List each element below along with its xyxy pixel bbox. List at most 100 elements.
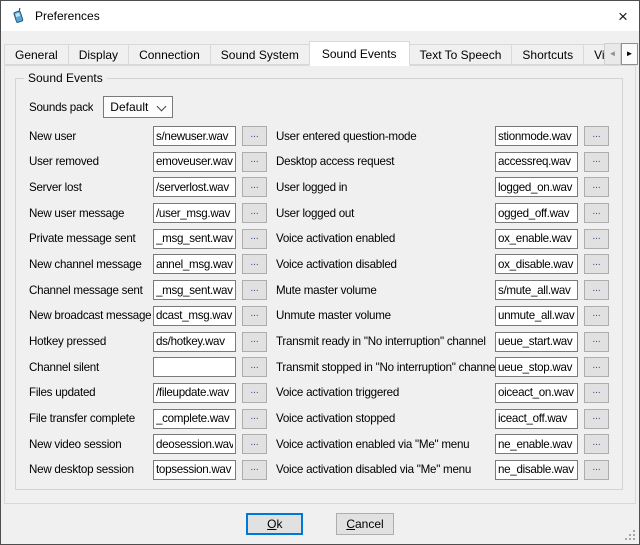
event-label: Voice activation triggered (276, 386, 495, 399)
browse-button[interactable]: ... (584, 332, 609, 352)
tab-scroll-left-button[interactable]: ◄ (604, 43, 621, 65)
browse-button[interactable]: ... (242, 254, 267, 274)
browse-button[interactable]: ... (584, 434, 609, 454)
sound-event-row: New user message ... User logged out ... (29, 203, 609, 223)
close-icon: × (618, 8, 628, 25)
sound-event-row: New broadcast message ... Unmute master … (29, 306, 609, 326)
sound-file-input[interactable] (495, 383, 578, 403)
sound-file-input[interactable] (153, 460, 236, 480)
sound-file-input[interactable] (495, 254, 578, 274)
browse-button[interactable]: ... (242, 280, 267, 300)
ok-button[interactable]: Ok (246, 513, 303, 535)
sound-file-input[interactable] (153, 152, 236, 172)
sound-event-row: File transfer complete ... Voice activat… (29, 409, 609, 429)
browse-button[interactable]: ... (584, 306, 609, 326)
browse-button[interactable]: ... (584, 383, 609, 403)
browse-button[interactable]: ... (584, 229, 609, 249)
event-label: Voice activation disabled via "Me" menu (276, 463, 495, 476)
sound-file-input[interactable] (495, 177, 578, 197)
event-label: Voice activation disabled (276, 258, 495, 271)
sound-file-input[interactable] (153, 177, 236, 197)
sound-file-input[interactable] (153, 254, 236, 274)
browse-button[interactable]: ... (242, 383, 267, 403)
event-label: Desktop access request (276, 155, 495, 168)
browse-button[interactable]: ... (242, 434, 267, 454)
sounds-pack-label: Sounds pack (29, 101, 93, 114)
event-label: Voice activation stopped (276, 412, 495, 425)
app-icon (10, 8, 26, 24)
browse-button[interactable]: ... (242, 357, 267, 377)
event-label: Transmit stopped in "No interruption" ch… (276, 361, 495, 374)
browse-button[interactable]: ... (584, 177, 609, 197)
browse-button[interactable]: ... (242, 203, 267, 223)
sound-file-input[interactable] (153, 409, 236, 429)
preferences-dialog: Preferences × GeneralDisplayConnectionSo… (0, 0, 640, 545)
sound-event-row: Channel message sent ... Mute master vol… (29, 280, 609, 300)
sound-event-row: Hotkey pressed ... Transmit ready in "No… (29, 332, 609, 352)
arrow-right-icon: ► (626, 50, 634, 58)
sound-file-input[interactable] (495, 460, 578, 480)
tab-text-to-speech[interactable]: Text To Speech (409, 44, 513, 65)
browse-button[interactable]: ... (584, 460, 609, 480)
sound-events-rows: New user ... User entered question-mode … (29, 126, 609, 480)
browse-button[interactable]: ... (242, 126, 267, 146)
sound-event-row: Channel silent ... Transmit stopped in "… (29, 357, 609, 377)
tab-shortcuts[interactable]: Shortcuts (511, 44, 584, 65)
sound-file-input[interactable] (495, 126, 578, 146)
tab-sound-system[interactable]: Sound System (210, 44, 310, 65)
sound-file-input[interactable] (495, 306, 578, 326)
arrow-left-icon: ◄ (609, 50, 617, 58)
sound-event-row: New channel message ... Voice activation… (29, 254, 609, 274)
sound-file-input[interactable] (495, 409, 578, 429)
browse-button[interactable]: ... (242, 409, 267, 429)
event-label: New video session (29, 438, 153, 451)
tab-display[interactable]: Display (68, 44, 129, 65)
sounds-pack-row: Sounds pack Default (29, 96, 609, 118)
sound-file-input[interactable] (153, 126, 236, 146)
browse-button[interactable]: ... (584, 280, 609, 300)
tab-connection[interactable]: Connection (128, 44, 211, 65)
sound-file-input[interactable] (153, 203, 236, 223)
event-label: Files updated (29, 386, 153, 399)
sounds-pack-combobox[interactable]: Default (103, 96, 173, 118)
browse-button[interactable]: ... (242, 460, 267, 480)
browse-button[interactable]: ... (242, 177, 267, 197)
sound-file-input[interactable] (495, 357, 578, 377)
browse-button[interactable]: ... (242, 229, 267, 249)
sound-file-input[interactable] (153, 229, 236, 249)
tab-scroll-right-button[interactable]: ► (621, 43, 638, 65)
browse-button[interactable]: ... (584, 203, 609, 223)
sound-file-input[interactable] (153, 357, 236, 377)
window-title: Preferences (35, 9, 100, 23)
tab-sound-events[interactable]: Sound Events (309, 41, 410, 66)
event-label: User logged in (276, 181, 495, 194)
browse-button[interactable]: ... (584, 409, 609, 429)
sound-event-row: Server lost ... User logged in ... (29, 177, 609, 197)
sound-events-groupbox: Sound Events Sounds pack Default New use… (15, 78, 623, 490)
sound-file-input[interactable] (153, 434, 236, 454)
event-label: New desktop session (29, 463, 153, 476)
title-bar: Preferences × (1, 1, 639, 31)
browse-button[interactable]: ... (242, 152, 267, 172)
resize-grip[interactable] (625, 530, 636, 541)
sound-file-input[interactable] (153, 280, 236, 300)
browse-button[interactable]: ... (584, 126, 609, 146)
browse-button[interactable]: ... (584, 254, 609, 274)
sound-file-input[interactable] (495, 332, 578, 352)
browse-button[interactable]: ... (584, 152, 609, 172)
sound-file-input[interactable] (153, 383, 236, 403)
cancel-button[interactable]: Cancel (336, 513, 393, 535)
close-button[interactable]: × (607, 1, 639, 31)
sound-file-input[interactable] (495, 280, 578, 300)
browse-button[interactable]: ... (242, 332, 267, 352)
sound-file-input[interactable] (495, 152, 578, 172)
browse-button[interactable]: ... (242, 306, 267, 326)
event-label: Hotkey pressed (29, 335, 153, 348)
sound-file-input[interactable] (153, 332, 236, 352)
browse-button[interactable]: ... (584, 357, 609, 377)
sound-file-input[interactable] (495, 203, 578, 223)
tab-general[interactable]: General (4, 44, 69, 65)
sound-file-input[interactable] (495, 434, 578, 454)
sound-file-input[interactable] (153, 306, 236, 326)
sound-file-input[interactable] (495, 229, 578, 249)
